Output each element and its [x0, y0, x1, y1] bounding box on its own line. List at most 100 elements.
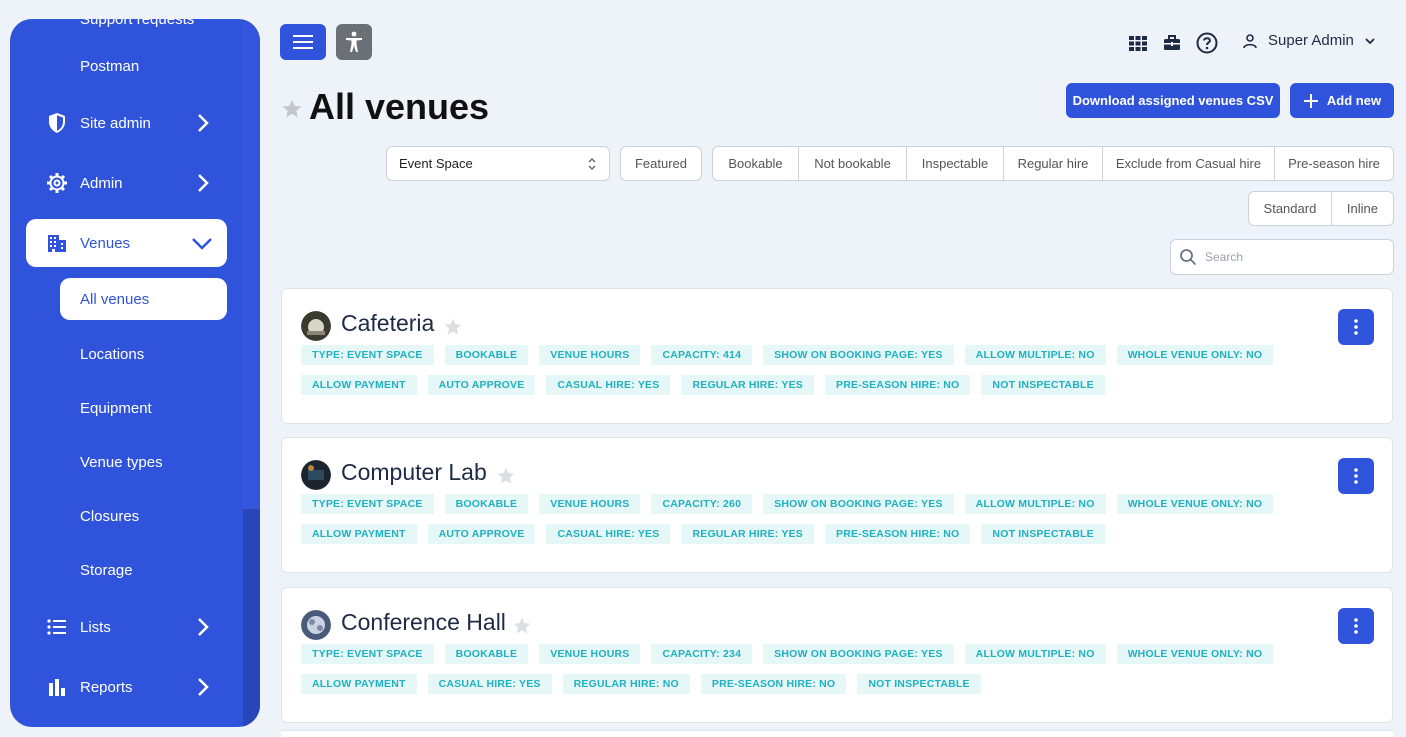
sidebar-scrollbar-lower	[243, 509, 260, 727]
search-input[interactable]	[1205, 250, 1375, 264]
page-title: All venues	[309, 86, 490, 127]
venue-tag: BOOKABLE	[444, 494, 529, 514]
venue-tag: VENUE HOURS	[539, 345, 641, 365]
sidebar-item-all-venues[interactable]: All venues	[60, 278, 227, 320]
venue-actions-button[interactable]	[1338, 458, 1374, 494]
user-menu[interactable]: Super Admin	[1242, 32, 1376, 49]
filter-pre-season-hire[interactable]: Pre-season hire	[1275, 147, 1393, 180]
venue-name[interactable]: Cafeteria	[341, 310, 434, 337]
search-icon	[1180, 249, 1197, 266]
favorite-star-icon[interactable]	[281, 98, 303, 120]
kebab-menu-icon	[1354, 319, 1358, 335]
briefcase-icon[interactable]	[1162, 33, 1182, 53]
sidebar-item-venue-types[interactable]: Venue types	[80, 454, 163, 471]
venue-tag: CASUAL HIRE: YES	[546, 375, 671, 395]
chevron-right-icon	[198, 174, 209, 192]
favorite-star-icon[interactable]	[512, 616, 532, 636]
venue-name[interactable]: Computer Lab	[341, 459, 487, 486]
menu-toggle-button[interactable]	[280, 24, 326, 60]
grid-icon[interactable]	[1128, 33, 1148, 53]
user-icon	[1243, 33, 1257, 48]
venue-tag: TYPE: EVENT SPACE	[301, 644, 434, 664]
venue-tag: ALLOW MULTIPLE: NO	[964, 345, 1106, 365]
venue-tag: AUTO APPROVE	[427, 375, 536, 395]
building-icon	[46, 232, 68, 254]
sidebar-item-locations[interactable]: Locations	[80, 346, 144, 363]
user-name: Super Admin	[1268, 32, 1354, 49]
filter-inspectable[interactable]: Inspectable	[907, 147, 1004, 180]
venue-name[interactable]: Conference Hall	[341, 609, 506, 636]
venue-tag: NOT INSPECTABLE	[981, 375, 1105, 395]
download-csv-button[interactable]: Download assigned venues CSV	[1066, 83, 1280, 118]
venue-tag: AUTO APPROVE	[427, 524, 536, 544]
venue-tag: WHOLE VENUE ONLY: NO	[1116, 494, 1274, 514]
venue-tag: SHOW ON BOOKING PAGE: YES	[763, 345, 954, 365]
sidebar-item-lists[interactable]: Lists	[26, 603, 227, 651]
sidebar-item-label: Reports	[80, 678, 133, 696]
venue-card: Conference Hall TYPE: EVENT SPACE BOOKAB…	[281, 587, 1393, 723]
venue-card: Computer Lab TYPE: EVENT SPACE BOOKABLE …	[281, 437, 1393, 573]
help-icon[interactable]	[1196, 32, 1218, 54]
hamburger-icon	[293, 35, 313, 49]
sidebar-item-label: Venues	[80, 234, 131, 252]
sidebar: Support requests Postman Site admin Admi…	[10, 19, 260, 727]
venue-card: Cafeteria TYPE: EVENT SPACE BOOKABLE VEN…	[281, 288, 1393, 424]
venue-tag: PRE-SEASON HIRE: NO	[825, 375, 971, 395]
view-inline-button[interactable]: Inline	[1332, 192, 1393, 225]
sidebar-item-reports[interactable]: Reports	[26, 663, 227, 711]
gear-icon	[46, 172, 68, 194]
sidebar-item-closures[interactable]: Closures	[80, 508, 139, 525]
filter-regular-hire[interactable]: Regular hire	[1004, 147, 1103, 180]
filter-exclude-casual-hire[interactable]: Exclude from Casual hire	[1103, 147, 1275, 180]
plus-icon	[1303, 93, 1318, 108]
view-standard-button[interactable]: Standard	[1249, 192, 1332, 225]
venue-avatar	[301, 460, 331, 490]
favorite-star-icon[interactable]	[443, 317, 463, 337]
venue-tag: ALLOW PAYMENT	[301, 524, 417, 544]
venue-tag: REGULAR HIRE: NO	[562, 674, 690, 694]
venue-tag: CAPACITY: 414	[651, 345, 753, 365]
shield-icon	[46, 112, 68, 134]
sidebar-item-equipment[interactable]: Equipment	[80, 400, 152, 417]
venue-tag: TYPE: EVENT SPACE	[301, 494, 434, 514]
venue-avatar	[301, 610, 331, 640]
view-mode-group: Standard Inline	[1248, 191, 1394, 226]
sort-arrows-icon	[588, 158, 596, 170]
accessibility-icon	[346, 31, 362, 52]
sidebar-item-label: Site admin	[80, 114, 151, 132]
venue-actions-button[interactable]	[1338, 608, 1374, 644]
venue-tag: CAPACITY: 234	[651, 644, 753, 664]
venue-tag: ALLOW MULTIPLE: NO	[964, 494, 1106, 514]
add-new-button[interactable]: Add new	[1290, 83, 1394, 118]
sidebar-item-support-requests[interactable]: Support requests	[80, 19, 194, 28]
chevron-right-icon	[198, 678, 209, 696]
sidebar-scrollbar-thumb[interactable]	[243, 19, 260, 509]
top-icons	[1128, 32, 1218, 54]
filter-button-group: Bookable Not bookable Inspectable Regula…	[712, 146, 1394, 181]
chevron-right-icon	[198, 618, 209, 636]
sidebar-item-site-admin[interactable]: Site admin	[26, 99, 227, 147]
chevron-down-icon	[1365, 37, 1375, 44]
venue-tags: TYPE: EVENT SPACE BOOKABLE VENUE HOURS C…	[301, 345, 1331, 395]
venue-actions-button[interactable]	[1338, 309, 1374, 345]
accessibility-button[interactable]	[336, 24, 372, 60]
search-box	[1170, 239, 1394, 275]
venue-tag: VENUE HOURS	[539, 644, 641, 664]
sidebar-item-postman[interactable]: Postman	[80, 58, 139, 75]
sidebar-item-admin[interactable]: Admin	[26, 159, 227, 207]
favorite-star-icon[interactable]	[496, 466, 516, 486]
sidebar-item-label: Lists	[80, 618, 111, 636]
bar-chart-icon	[46, 676, 68, 698]
venue-tag: VENUE HOURS	[539, 494, 641, 514]
venue-tag: REGULAR HIRE: YES	[681, 375, 815, 395]
venue-avatar	[301, 311, 331, 341]
featured-filter-button[interactable]: Featured	[620, 146, 702, 181]
chevron-right-icon	[198, 114, 209, 132]
venue-tag: WHOLE VENUE ONLY: NO	[1116, 644, 1274, 664]
venue-tag: CASUAL HIRE: YES	[546, 524, 671, 544]
filter-not-bookable[interactable]: Not bookable	[799, 147, 907, 180]
venue-type-select[interactable]: Event Space	[386, 146, 610, 181]
sidebar-item-storage[interactable]: Storage	[80, 562, 133, 579]
filter-bookable[interactable]: Bookable	[713, 147, 799, 180]
sidebar-item-venues[interactable]: Venues	[26, 219, 227, 267]
